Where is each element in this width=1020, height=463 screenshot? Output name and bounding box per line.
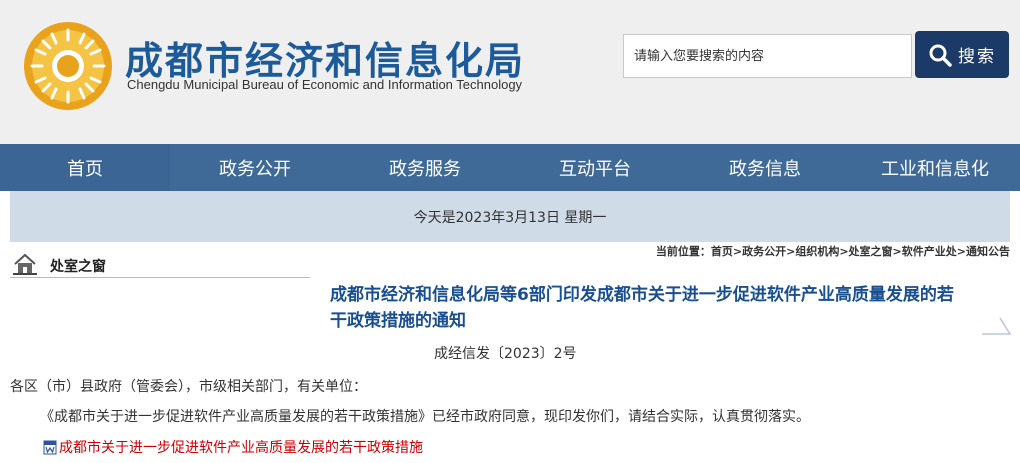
article-title: 成都市经济和信息化局等6部门印发成都市关于进一步促进软件产业高质量发展的若干政策… [330, 285, 954, 331]
nav-item-interaction[interactable]: 互动平台 [510, 144, 680, 191]
article-salutation: 各区（市）县政府（管委会），市级相关部门，有关单位： [10, 379, 367, 395]
main-nav: 首页 政务公开 政务服务 互动平台 政务信息 工业和信息化 [0, 144, 1020, 191]
home-icon [13, 253, 37, 275]
site-header: 成都市经济和信息化局 Chengdu Municipal Bureau of E… [0, 0, 1020, 144]
search-icon [929, 44, 952, 67]
nav-item-home[interactable]: 首页 [0, 144, 170, 191]
site-subtitle: Chengdu Municipal Bureau of Economic and… [127, 77, 523, 92]
article-body: 《成都市关于进一步促进软件产业高质量发展的若干政策措施》已经市政府同意，现印发你… [40, 409, 810, 425]
nav-item-government-info[interactable]: 政务信息 [680, 144, 850, 191]
word-document-icon [43, 440, 57, 454]
attachment-link[interactable]: 成都市关于进一步促进软件产业高质量发展的若干政策措施 [43, 437, 423, 457]
sidebar-title: 处室之窗 [50, 259, 106, 275]
document-number: 成经信发〔2023〕2号 [434, 346, 577, 362]
breadcrumb-label: 当前位置： [655, 245, 711, 258]
date-bar: 今天是2023年3月13日 星期一 [10, 191, 1010, 242]
breadcrumb-path[interactable]: 首页>政务公开>组织机构>处室之窗>软件产业处>通知公告 [711, 245, 1010, 258]
corner-decoration-icon [982, 317, 1012, 335]
breadcrumb: 当前位置：首页>政务公开>组织机构>处室之窗>软件产业处>通知公告 [656, 243, 1010, 259]
bureau-logo-icon [24, 22, 112, 110]
sidebar-header: 处室之窗 [10, 253, 310, 278]
nav-item-industry-it[interactable]: 工业和信息化 [850, 144, 1020, 191]
search-button[interactable]: 搜索 [915, 31, 1009, 78]
nav-item-government-affairs[interactable]: 政务公开 [170, 144, 340, 191]
attachment-link-label[interactable]: 成都市关于进一步促进软件产业高质量发展的若干政策措施 [59, 437, 423, 457]
search-button-label: 搜索 [958, 47, 996, 67]
search-input[interactable] [623, 34, 912, 78]
nav-item-government-services[interactable]: 政务服务 [340, 144, 510, 191]
